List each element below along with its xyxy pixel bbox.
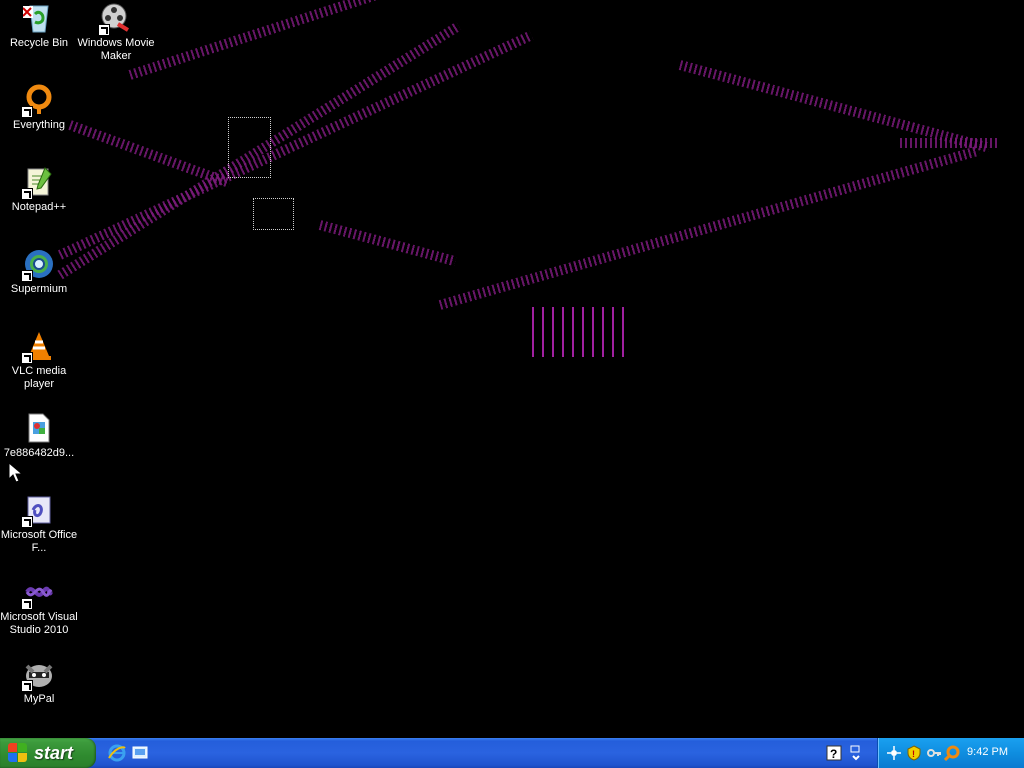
key-icon[interactable] xyxy=(926,745,942,761)
shortcut-arrow-icon xyxy=(21,352,33,364)
language-bar-icon[interactable] xyxy=(848,745,864,761)
desktop-icon-label: VLC media player xyxy=(11,365,67,390)
desktop-icon-label: Microsoft Visual Studio 2010 xyxy=(0,611,78,636)
shortcut-arrow-icon xyxy=(21,106,33,118)
desktop-icon-everything[interactable]: Everything xyxy=(0,84,78,132)
desktop-icon-notepadpp[interactable]: Notepad++ xyxy=(0,166,78,214)
artifact-streak xyxy=(438,145,980,310)
vlc-cone-icon xyxy=(21,330,55,364)
svg-text:?: ? xyxy=(830,747,837,761)
desktop-icon-supermium[interactable]: Supermium xyxy=(0,248,78,296)
desktop-icon-office[interactable]: Microsoft Office F... xyxy=(0,494,78,555)
desktop[interactable]: Recycle Bin Windows Movie Maker Everythi… xyxy=(0,0,1024,738)
desktop-icon-recycle-bin[interactable]: Recycle Bin xyxy=(0,2,78,50)
shortcut-arrow-icon xyxy=(98,24,110,36)
notepadpp-icon xyxy=(21,166,55,200)
supermium-browser-icon xyxy=(21,248,55,282)
everything-search-icon xyxy=(21,84,55,118)
network-icon[interactable] xyxy=(886,745,902,761)
start-button[interactable]: start xyxy=(0,738,96,768)
shortcut-arrow-icon xyxy=(21,516,33,528)
desktop-icon-label: MyPal xyxy=(23,693,55,705)
shortcut-arrow-icon xyxy=(21,680,33,692)
visual-studio-icon xyxy=(21,576,55,610)
shortcut-arrow-icon xyxy=(21,270,33,282)
taskbar: start ? ! 9:42 PM xyxy=(0,738,1024,768)
desktop-icon-label: Recycle Bin xyxy=(9,37,69,49)
desktop-icon-label: Everything xyxy=(13,119,65,131)
desktop-icon-visual-studio[interactable]: Microsoft Visual Studio 2010 xyxy=(0,576,78,637)
office-file-icon xyxy=(21,494,55,528)
movie-maker-icon xyxy=(98,2,132,36)
everything-search-icon[interactable] xyxy=(943,745,960,762)
selection-rectangle xyxy=(228,117,271,178)
ie-icon[interactable] xyxy=(108,744,126,762)
show-desktop-icon[interactable] xyxy=(131,744,149,762)
desktop-icon-label: Windows Movie Maker xyxy=(77,37,155,62)
desktop-icon-label: Supermium xyxy=(10,283,68,295)
desktop-icon-label: Microsoft Office F... xyxy=(0,529,78,554)
selection-rectangle xyxy=(253,198,294,230)
mypal-raccoon-icon xyxy=(21,658,55,692)
artifact-streak xyxy=(900,138,1000,148)
image-file-icon xyxy=(23,412,55,444)
desktop-icon-label: 7e886482d9... xyxy=(3,447,75,459)
clock[interactable]: 9:42 PM xyxy=(967,746,1008,758)
start-label: start xyxy=(34,742,74,763)
desktop-icon-image-file[interactable]: 7e886482d9... xyxy=(0,412,78,460)
artifact-stripes xyxy=(532,307,628,357)
shortcut-arrow-icon xyxy=(21,598,33,610)
recycle-bin-icon xyxy=(21,2,55,34)
desktop-icon-vlc[interactable]: VLC media player xyxy=(0,330,78,391)
artifact-streak xyxy=(318,220,457,267)
desktop-icon-movie-maker[interactable]: Windows Movie Maker xyxy=(77,2,155,63)
artifact-streak xyxy=(128,0,703,80)
artifact-streak xyxy=(68,120,232,188)
windows-logo-icon xyxy=(8,743,28,763)
system-tray: ! 9:42 PM xyxy=(877,738,1024,768)
shortcut-arrow-icon xyxy=(21,188,33,200)
desktop-icon-label: Notepad++ xyxy=(11,201,67,213)
help-icon[interactable]: ? xyxy=(826,745,842,761)
svg-text:!: ! xyxy=(912,749,915,759)
security-shield-icon[interactable]: ! xyxy=(906,745,922,761)
desktop-icon-mypal[interactable]: MyPal xyxy=(0,658,78,706)
